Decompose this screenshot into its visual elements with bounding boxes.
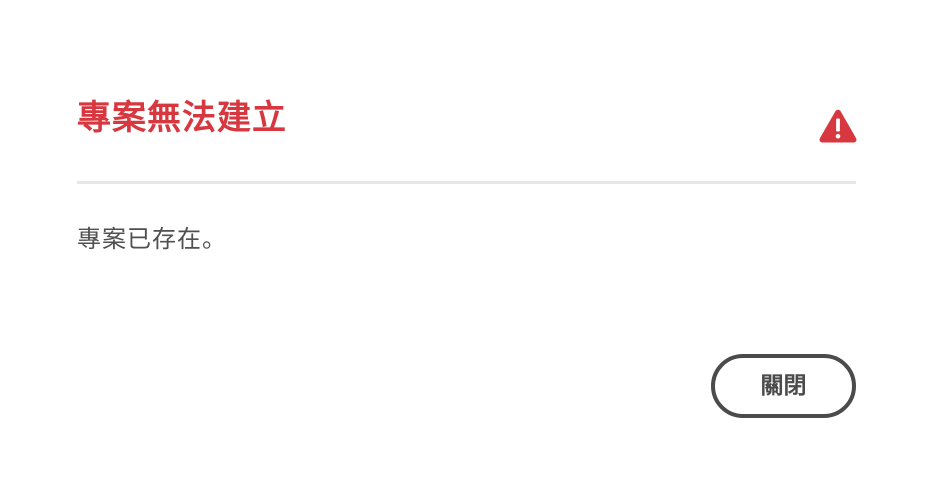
alert-icon-dot: [835, 133, 841, 139]
close-button[interactable]: 關閉: [711, 354, 856, 418]
alert-icon: [819, 109, 857, 143]
dialog-message: 專案已存在。: [77, 225, 227, 253]
alert-icon-bar: [836, 118, 840, 132]
error-dialog: 專案無法建立 專案已存在。 關閉: [0, 0, 932, 497]
title-divider: [77, 181, 856, 184]
dialog-title: 專案無法建立: [77, 98, 287, 138]
